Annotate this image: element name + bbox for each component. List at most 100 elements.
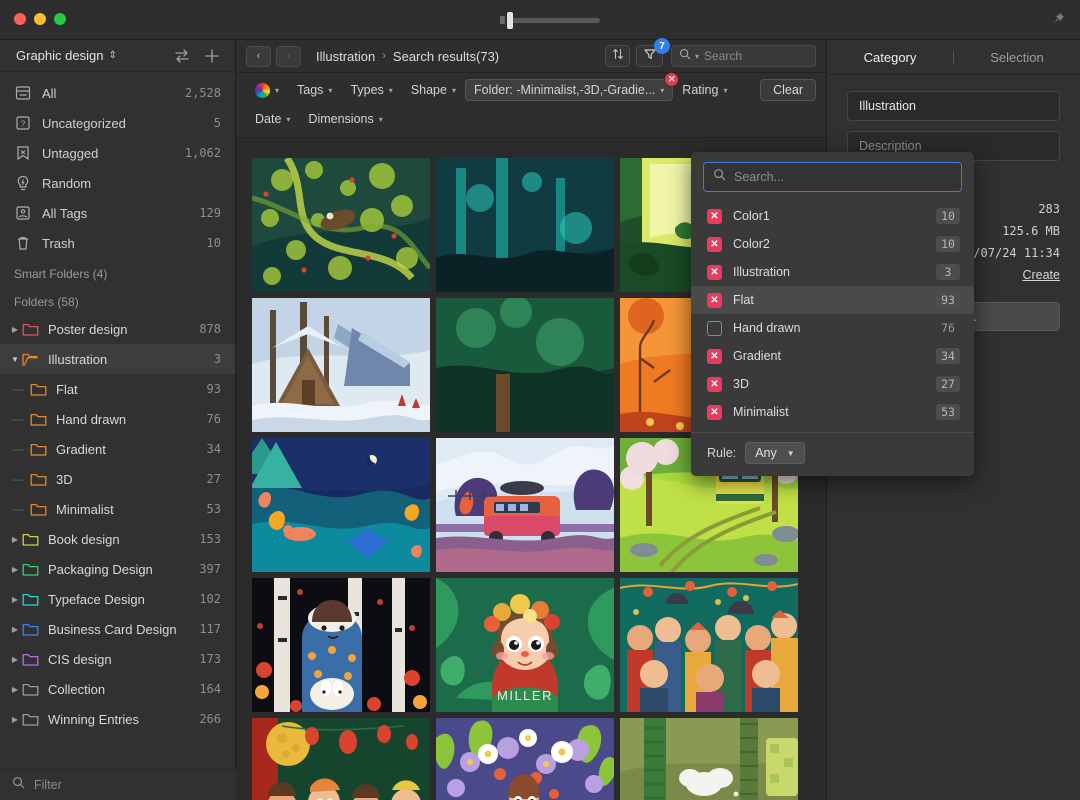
all-items-icon — [14, 84, 32, 102]
sidebar-item-untagged[interactable]: Untagged 1,062 — [0, 138, 235, 168]
thumbnail-item[interactable] — [436, 298, 614, 432]
top-toolbar: ‹ › Illustration › Search results(73) 7 … — [236, 38, 826, 73]
exclude-checkbox-icon[interactable]: ✕ — [707, 404, 722, 420]
folder-row[interactable]: ▶ Business Card Design 117 — [0, 614, 235, 644]
exclude-checkbox-icon[interactable]: ✕ — [707, 236, 722, 252]
folder-row[interactable]: ▶ CIS design 173 — [0, 644, 235, 674]
thumbnail-item[interactable]: MILLER — [436, 578, 614, 712]
info-value: 125.6 MB — [1002, 224, 1060, 238]
chevron-right-icon[interactable]: ▶ — [8, 625, 22, 634]
sort-button[interactable] — [605, 45, 630, 67]
plus-icon[interactable] — [203, 47, 221, 65]
category-name-field[interactable]: Illustration — [847, 91, 1060, 121]
exclude-checkbox-icon[interactable]: ✕ — [707, 264, 722, 280]
thumbnail-item[interactable] — [436, 438, 614, 572]
clear-filters-button[interactable]: Clear — [760, 79, 816, 101]
thumbnail-item[interactable] — [252, 438, 430, 572]
dropdown-option[interactable]: ✕ Gradient 34 — [691, 342, 974, 370]
sidebar-item-all-tags[interactable]: All Tags 129 — [0, 198, 235, 228]
filter-chip-date[interactable]: Date ▾ — [246, 109, 299, 129]
create-password-link[interactable]: Create — [1022, 268, 1060, 282]
folder-row[interactable]: ▶ Collection 164 — [0, 674, 235, 704]
folder-row[interactable]: ▶ Winning Entries 266 — [0, 704, 235, 734]
sidebar-item-all[interactable]: All 2,528 — [0, 78, 235, 108]
close-window-button[interactable] — [14, 13, 26, 25]
chevron-right-icon[interactable]: ▶ — [8, 565, 22, 574]
filter-chip-color[interactable]: ▾ — [246, 80, 288, 101]
chevron-down-icon[interactable]: ▼ — [8, 355, 22, 364]
folder-row[interactable]: — Minimalist 53 — [0, 494, 235, 524]
thumbnail-item[interactable] — [436, 158, 614, 292]
maximize-window-button[interactable] — [54, 13, 66, 25]
thumbnail-size-slider[interactable] — [500, 12, 600, 29]
thumbnail-item[interactable] — [620, 578, 798, 712]
chevron-right-icon[interactable]: ▶ — [8, 325, 22, 334]
filter-chip-shape[interactable]: Shape ▾ — [402, 80, 465, 100]
dropdown-option[interactable]: ✕ Color2 10 — [691, 230, 974, 258]
smart-folders-label[interactable]: Smart Folders (4) — [0, 258, 235, 286]
sidebar-item-uncategorized[interactable]: ? Uncategorized 5 — [0, 108, 235, 138]
thumbnail-item[interactable] — [252, 298, 430, 432]
sidebar-item-random[interactable]: Random — [0, 168, 235, 198]
filter-chip-dimensions[interactable]: Dimensions ▾ — [299, 109, 391, 129]
swap-icon[interactable] — [173, 47, 191, 65]
chevron-right-icon[interactable]: ▶ — [8, 655, 22, 664]
minimize-window-button[interactable] — [34, 13, 46, 25]
folder-row[interactable]: ▶ Typeface Design 102 — [0, 584, 235, 614]
folder-row[interactable]: ▶ Book design 153 — [0, 524, 235, 554]
pin-icon[interactable] — [1050, 11, 1066, 27]
rule-select[interactable]: Any ▼ — [745, 442, 805, 464]
filter-chip-folder[interactable]: Folder: -Minimalist,-3D,-Gradie... ▾ ✕ — [464, 72, 680, 101]
dropdown-option[interactable]: ✕ Color1 10 — [691, 202, 974, 230]
unchecked-checkbox-icon[interactable] — [707, 320, 722, 336]
dropdown-option[interactable]: ✕ Flat 93 — [691, 286, 974, 314]
back-button[interactable]: ‹ — [246, 45, 271, 67]
filter-chip-tags[interactable]: Tags ▾ — [288, 80, 341, 100]
filter-chip-rating[interactable]: Rating ▾ — [673, 80, 736, 100]
sidebar-filter[interactable]: Filter — [0, 769, 236, 800]
tab-category[interactable]: Category — [827, 50, 953, 65]
folder-row[interactable]: — 3D 27 — [0, 464, 235, 494]
dropdown-option[interactable]: ✕ 3D 27 — [691, 370, 974, 398]
exclude-checkbox-icon[interactable]: ✕ — [707, 208, 722, 224]
folder-row[interactable]: ▶ Poster design 878 — [0, 314, 235, 344]
thumbnail-item[interactable] — [252, 158, 430, 292]
library-header[interactable]: Graphic design ⇕ — [0, 40, 235, 72]
dropdown-option[interactable]: ✕ Minimalist 53 — [691, 398, 974, 426]
filter-chip-types[interactable]: Types ▾ — [341, 80, 401, 100]
folder-row[interactable]: ▶ Packaging Design 397 — [0, 554, 235, 584]
dropdown-search-input[interactable]: Search... — [703, 162, 962, 192]
thumbnail-item[interactable] — [620, 718, 798, 800]
chevron-right-icon[interactable]: ▶ — [8, 535, 22, 544]
tree-stem: — — [12, 442, 24, 456]
breadcrumb-root[interactable]: Illustration — [316, 49, 375, 64]
exclude-checkbox-icon[interactable]: ✕ — [707, 292, 722, 308]
svg-text:?: ? — [21, 120, 26, 129]
dropdown-option[interactable]: ✕ Illustration 3 — [691, 258, 974, 286]
folder-label: Poster design — [48, 321, 128, 337]
sidebar-item-trash[interactable]: Trash 10 — [0, 228, 235, 258]
search-input[interactable]: ▾ Search — [671, 45, 816, 67]
slider-knob[interactable] — [507, 12, 513, 29]
folder-row[interactable]: ▼ Illustration 3 — [0, 344, 235, 374]
dropdown-option-label: Flat — [733, 293, 754, 307]
thumbnail-item[interactable] — [436, 718, 614, 800]
exclude-checkbox-icon[interactable]: ✕ — [707, 348, 722, 364]
folder-row[interactable]: — Flat 93 — [0, 374, 235, 404]
exclude-checkbox-icon[interactable]: ✕ — [707, 376, 722, 392]
tab-selection[interactable]: Selection — [954, 50, 1080, 65]
chevron-down-icon[interactable]: ▾ — [695, 52, 699, 61]
chevron-right-icon[interactable]: ▶ — [8, 715, 22, 724]
folder-count: 3 — [213, 352, 221, 366]
thumbnail-item[interactable] — [252, 718, 430, 800]
folder-row[interactable]: — Gradient 34 — [0, 434, 235, 464]
chevron-right-icon[interactable]: ▶ — [8, 685, 22, 694]
forward-button[interactable]: › — [276, 45, 301, 67]
dropdown-option-count: 76 — [941, 321, 955, 335]
folders-label[interactable]: Folders (58) — [0, 286, 235, 314]
chevron-right-icon[interactable]: ▶ — [8, 595, 22, 604]
thumbnail-item[interactable] — [252, 578, 430, 712]
dropdown-option[interactable]: Hand drawn 76 — [691, 314, 974, 342]
folder-row[interactable]: — Hand drawn 76 — [0, 404, 235, 434]
folder-label: Packaging Design — [48, 561, 153, 577]
